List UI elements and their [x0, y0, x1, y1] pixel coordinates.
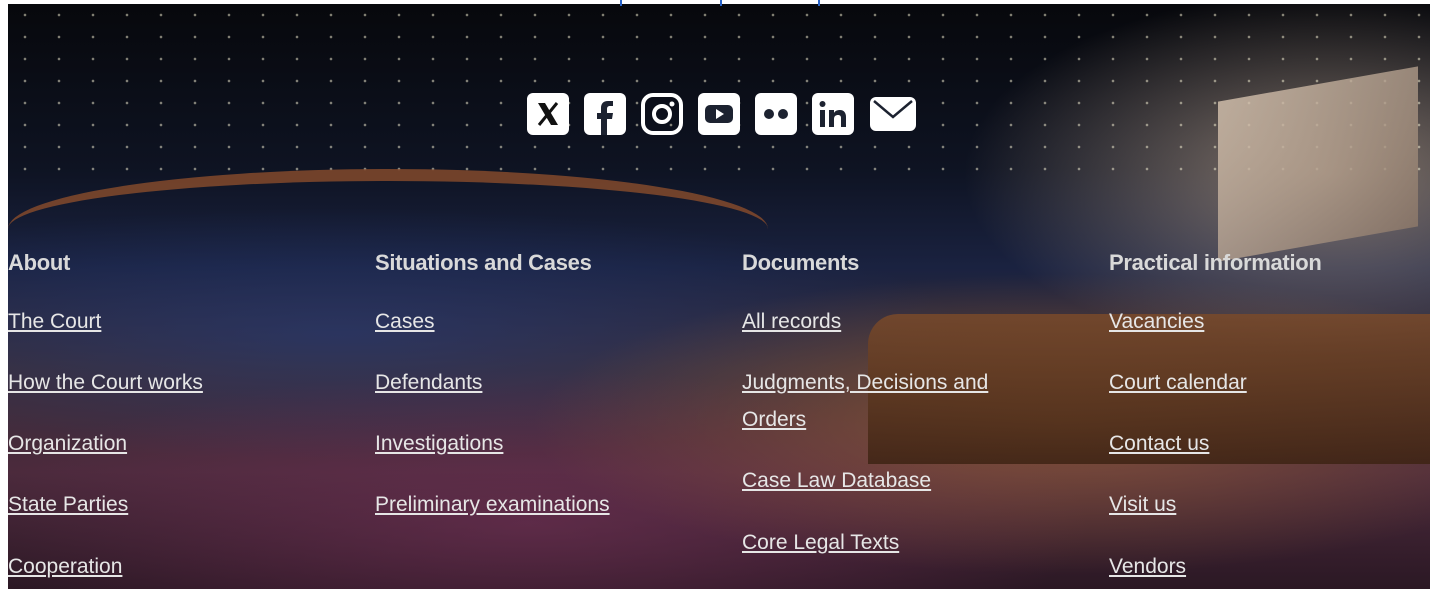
footer-link-investigations[interactable]: Investigations — [375, 425, 503, 462]
footer-link-cases[interactable]: Cases — [375, 303, 435, 340]
footer-heading-about: About — [8, 250, 71, 275]
footer-link-cooperation[interactable]: Cooperation — [8, 548, 122, 585]
footer-link-state-parties[interactable]: State Parties — [8, 486, 128, 523]
footer-link-organization[interactable]: Organization — [8, 425, 127, 462]
footer-heading-documents: Documents — [742, 250, 860, 275]
footer-link-how-the-court-works[interactable]: How the Court works — [8, 364, 203, 401]
footer-link-visit-us[interactable]: Visit us — [1109, 486, 1176, 523]
footer-link-defendants[interactable]: Defendants — [375, 364, 482, 401]
footer-columns: About The Court How the Court works Orga… — [0, 0, 1438, 589]
footer-link-contact-us[interactable]: Contact us — [1109, 425, 1209, 462]
footer-heading-practical: Practical information — [1109, 250, 1322, 275]
footer-link-case-law-database[interactable]: Case Law Database — [742, 462, 931, 499]
footer-link-vacancies[interactable]: Vacancies — [1109, 303, 1204, 340]
footer-link-all-records[interactable]: All records — [742, 303, 841, 340]
footer-heading-situations: Situations and Cases — [375, 250, 592, 275]
footer-link-the-court[interactable]: The Court — [8, 303, 101, 340]
footer-link-preliminary-examinations[interactable]: Preliminary examinations — [375, 486, 610, 523]
footer-link-judgments[interactable]: Judgments, Decisions and Orders — [742, 364, 1042, 438]
footer-link-vendors[interactable]: Vendors — [1109, 548, 1186, 585]
footer-link-core-legal-texts[interactable]: Core Legal Texts — [742, 524, 899, 561]
footer-link-court-calendar[interactable]: Court calendar — [1109, 364, 1247, 401]
